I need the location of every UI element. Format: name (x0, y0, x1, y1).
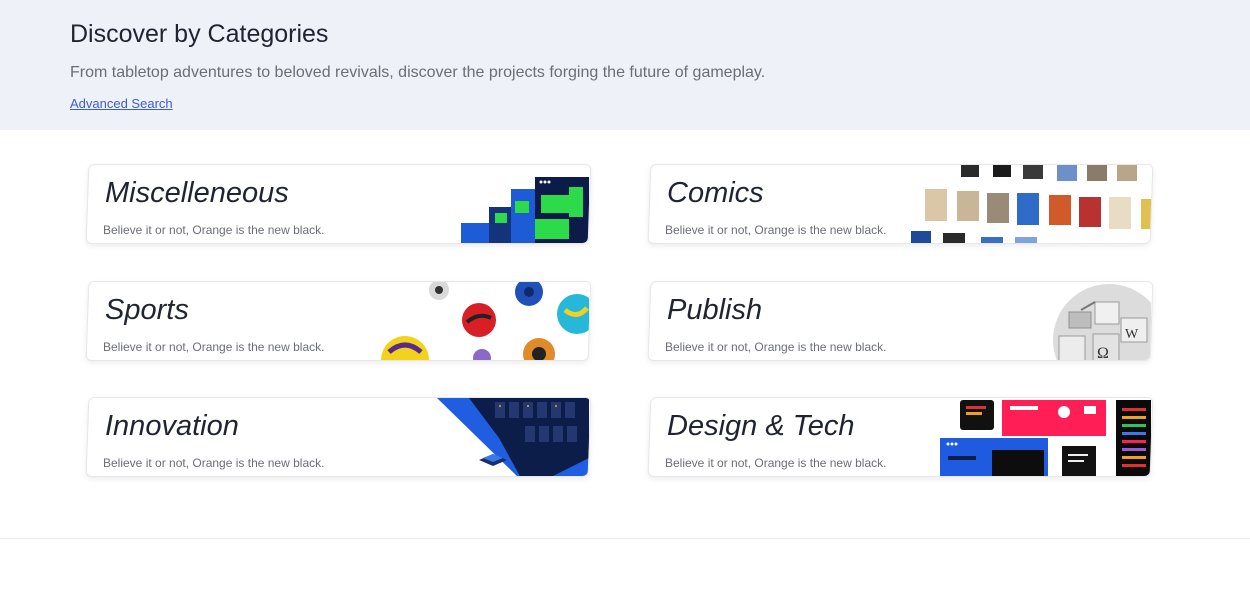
category-header: Discover by Categories From tabletop adv… (0, 0, 1250, 130)
category-title: Comics (667, 177, 764, 209)
category-title: Miscelleneous (105, 177, 289, 209)
category-title: Design & Tech (667, 410, 855, 442)
category-card-miscelleneous[interactable]: Miscelleneous Believe it or not, Orange … (85, 164, 592, 244)
category-description: Believe it or not, Orange is the new bla… (103, 456, 325, 470)
category-card-comics[interactable]: Comics Believe it or not, Orange is the … (647, 164, 1154, 244)
advanced-search-link[interactable]: Advanced Search (70, 96, 173, 111)
category-card-publish[interactable]: Publish Believe it or not, Orange is the… (647, 281, 1154, 361)
category-card-sports[interactable]: Sports Believe it or not, Orange is the … (85, 281, 592, 361)
category-title: Publish (667, 294, 763, 326)
server-rack-illustration (437, 398, 589, 477)
svg-text:Ω: Ω (1097, 345, 1109, 361)
category-title: Innovation (105, 410, 239, 442)
category-description: Believe it or not, Orange is the new bla… (665, 223, 887, 237)
soccer-balls-illustration (381, 282, 589, 361)
books-illustration (911, 165, 1151, 244)
category-description: Believe it or not, Orange is the new bla… (665, 340, 887, 354)
category-card-innovation[interactable]: Innovation Believe it or not, Orange is … (85, 397, 592, 477)
category-description: Believe it or not, Orange is the new bla… (103, 340, 325, 354)
svg-text:W: W (1125, 327, 1139, 342)
category-card-design-tech[interactable]: Design & Tech Believe it or not, Orange … (647, 397, 1154, 477)
category-description: Believe it or not, Orange is the new bla… (665, 456, 887, 470)
section-divider (0, 538, 1250, 539)
design-apps-illustration (940, 400, 1151, 477)
category-title: Sports (105, 294, 189, 326)
page-title: Discover by Categories (70, 20, 329, 48)
wikipedia-globe-illustration: W Ω (1053, 284, 1151, 361)
blocks-illustration (461, 177, 589, 244)
page-subtitle: From tabletop adventures to beloved revi… (70, 64, 766, 81)
category-description: Believe it or not, Orange is the new bla… (103, 223, 325, 237)
